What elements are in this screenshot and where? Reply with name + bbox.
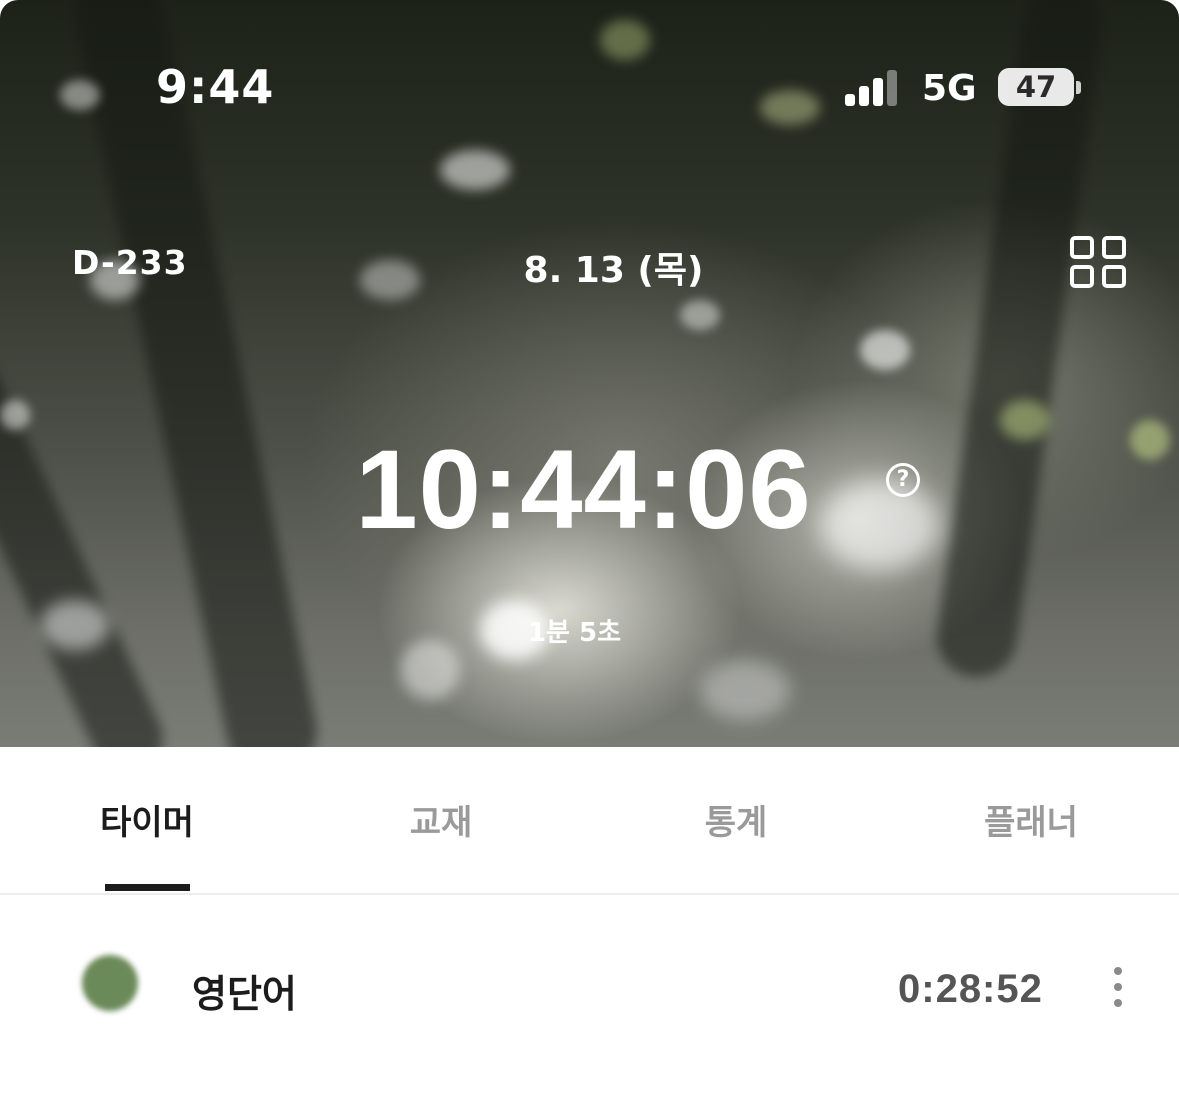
tab-timer[interactable]: 타이머 bbox=[57, 795, 237, 844]
tab-statistics[interactable]: 통계 bbox=[646, 795, 826, 844]
battery-icon: 47 bbox=[998, 68, 1074, 106]
timer-hero: 9:44 5G 47 D-233 8. 13 (목) 10:44:06 ? 1분… bbox=[0, 0, 1179, 747]
cellular-signal-icon bbox=[845, 68, 905, 106]
status-bar-time: 9:44 bbox=[156, 60, 275, 114]
battery-cap bbox=[1076, 81, 1081, 94]
grid-menu-icon[interactable] bbox=[1070, 236, 1126, 288]
subject-name: 영단어 bbox=[192, 972, 297, 1016]
network-type: 5G bbox=[922, 68, 977, 109]
active-tab-indicator bbox=[105, 884, 190, 891]
tab-textbook[interactable]: 교재 bbox=[351, 795, 531, 844]
subject-color-dot[interactable] bbox=[82, 955, 138, 1011]
current-date: 8. 13 (목) bbox=[523, 250, 704, 291]
elapsed-time: 1분 5초 bbox=[527, 618, 622, 648]
subject-row[interactable]: 영단어 0:28:52 bbox=[0, 895, 1179, 1080]
help-icon[interactable]: ? bbox=[886, 463, 920, 497]
tab-bar: 타이머 교재 통계 플래너 bbox=[0, 747, 1179, 895]
subject-time: 0:28:52 bbox=[898, 967, 1043, 1011]
total-study-time: 10:44:06 bbox=[355, 427, 812, 552]
tab-planner[interactable]: 플래너 bbox=[941, 795, 1121, 844]
more-options-icon[interactable] bbox=[1108, 967, 1128, 1007]
